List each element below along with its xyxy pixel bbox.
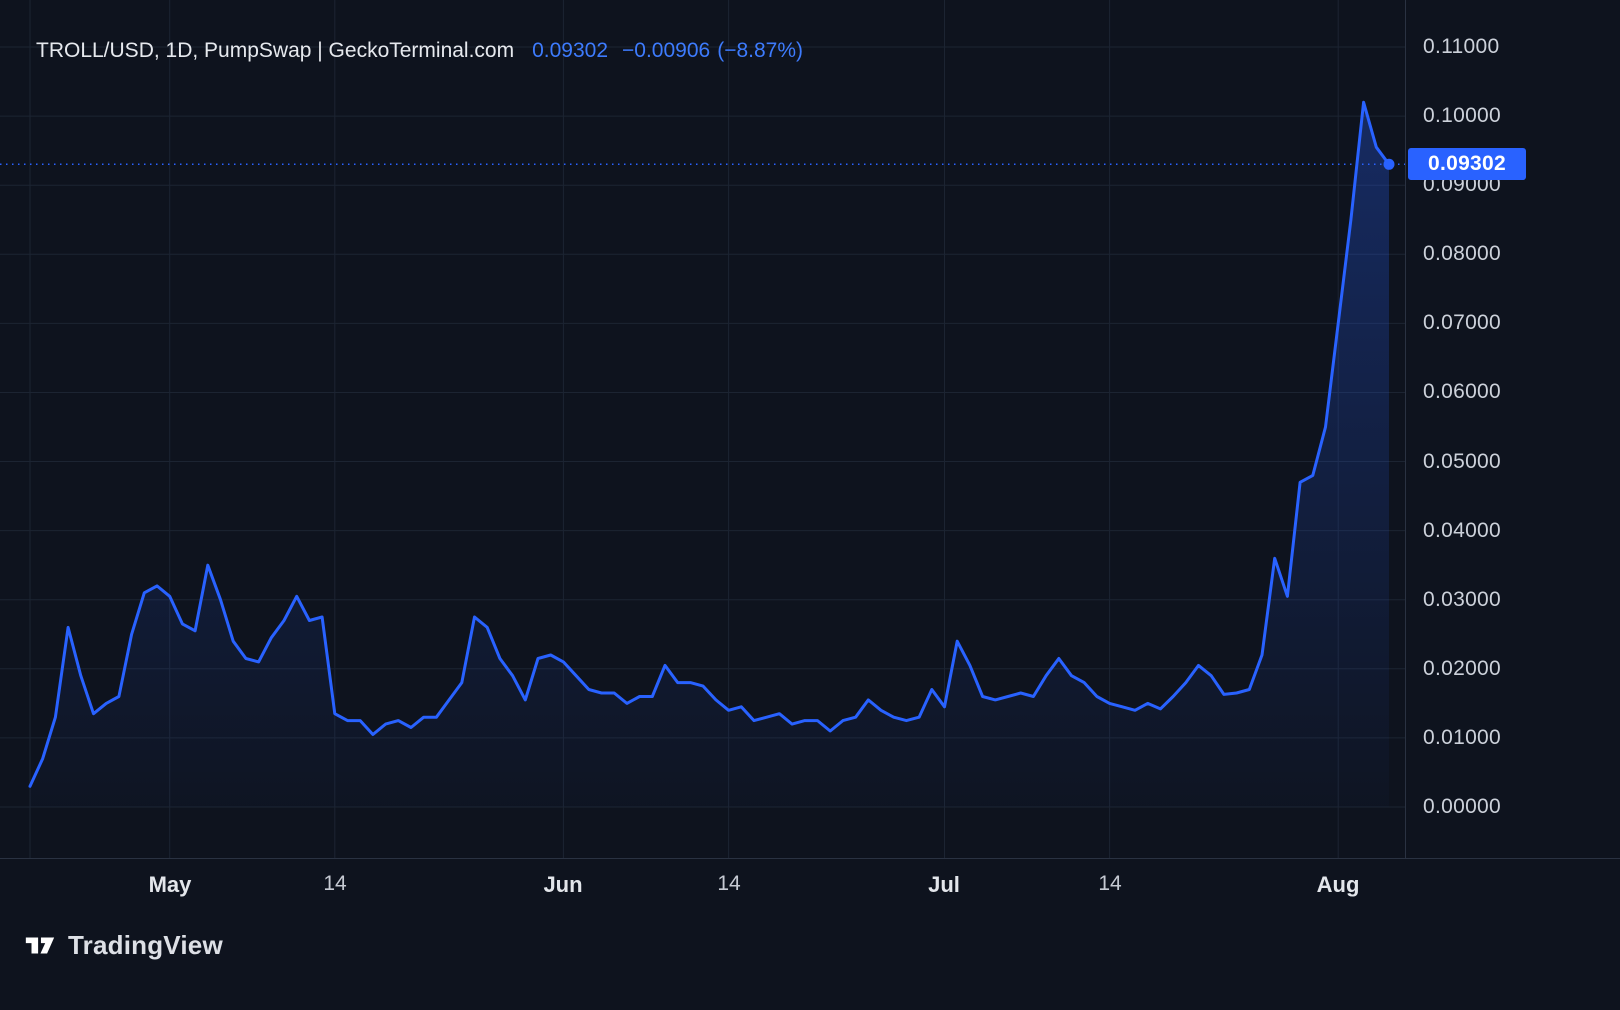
price-scale-label: 0.08000 [1423,241,1501,267]
time-scale-label: Jun [543,872,582,898]
price-area-fill [30,102,1389,807]
price-scale-label: 0.11000 [1423,34,1499,60]
time-scale-label: Jul [928,872,960,898]
price-scale-label: 0.01000 [1423,725,1501,751]
legend-price-change-percent: (−8.87%) [717,39,803,62]
tradingview-logo-icon [23,928,57,962]
trading-chart: TROLL/USD, 1D, PumpSwap | GeckoTerminal.… [0,0,1620,1010]
price-scale-label: 0.02000 [1423,656,1501,682]
time-scale-label: 14 [717,872,740,896]
legend-last-price: 0.09302 [532,39,608,62]
time-scale-label: Aug [1317,872,1360,898]
chart-canvas[interactable] [0,0,1405,858]
chart-plot-area[interactable]: TROLL/USD, 1D, PumpSwap | GeckoTerminal.… [0,0,1405,858]
price-scale-label: 0.04000 [1423,518,1501,544]
tradingview-attribution[interactable]: TradingView [23,922,223,968]
time-scale[interactable]: May 14 Jun 14 Jul 14 Aug [0,858,1620,914]
current-price-label: 0.09302 [1408,148,1526,180]
price-scale-label: 0.06000 [1423,379,1501,405]
price-scale-label: 0.10000 [1423,103,1501,129]
price-scale-label: 0.00000 [1423,794,1501,820]
price-scale[interactable]: 0.09302 0.110000.100000.090000.080000.07… [1405,0,1620,858]
time-scale-label: 14 [1098,872,1121,896]
symbol-title[interactable]: TROLL/USD, 1D, PumpSwap | GeckoTerminal.… [36,39,514,62]
last-price-marker [1384,159,1395,170]
tradingview-brand: TradingView [68,930,223,961]
chart-legend: TROLL/USD, 1D, PumpSwap | GeckoTerminal.… [36,37,803,64]
price-scale-label: 0.03000 [1423,587,1501,613]
price-scale-label: 0.05000 [1423,449,1501,475]
time-scale-label: May [149,872,192,898]
legend-price-change: −0.00906 [622,39,710,62]
price-scale-label: 0.07000 [1423,310,1501,336]
time-scale-label: 14 [323,872,346,896]
